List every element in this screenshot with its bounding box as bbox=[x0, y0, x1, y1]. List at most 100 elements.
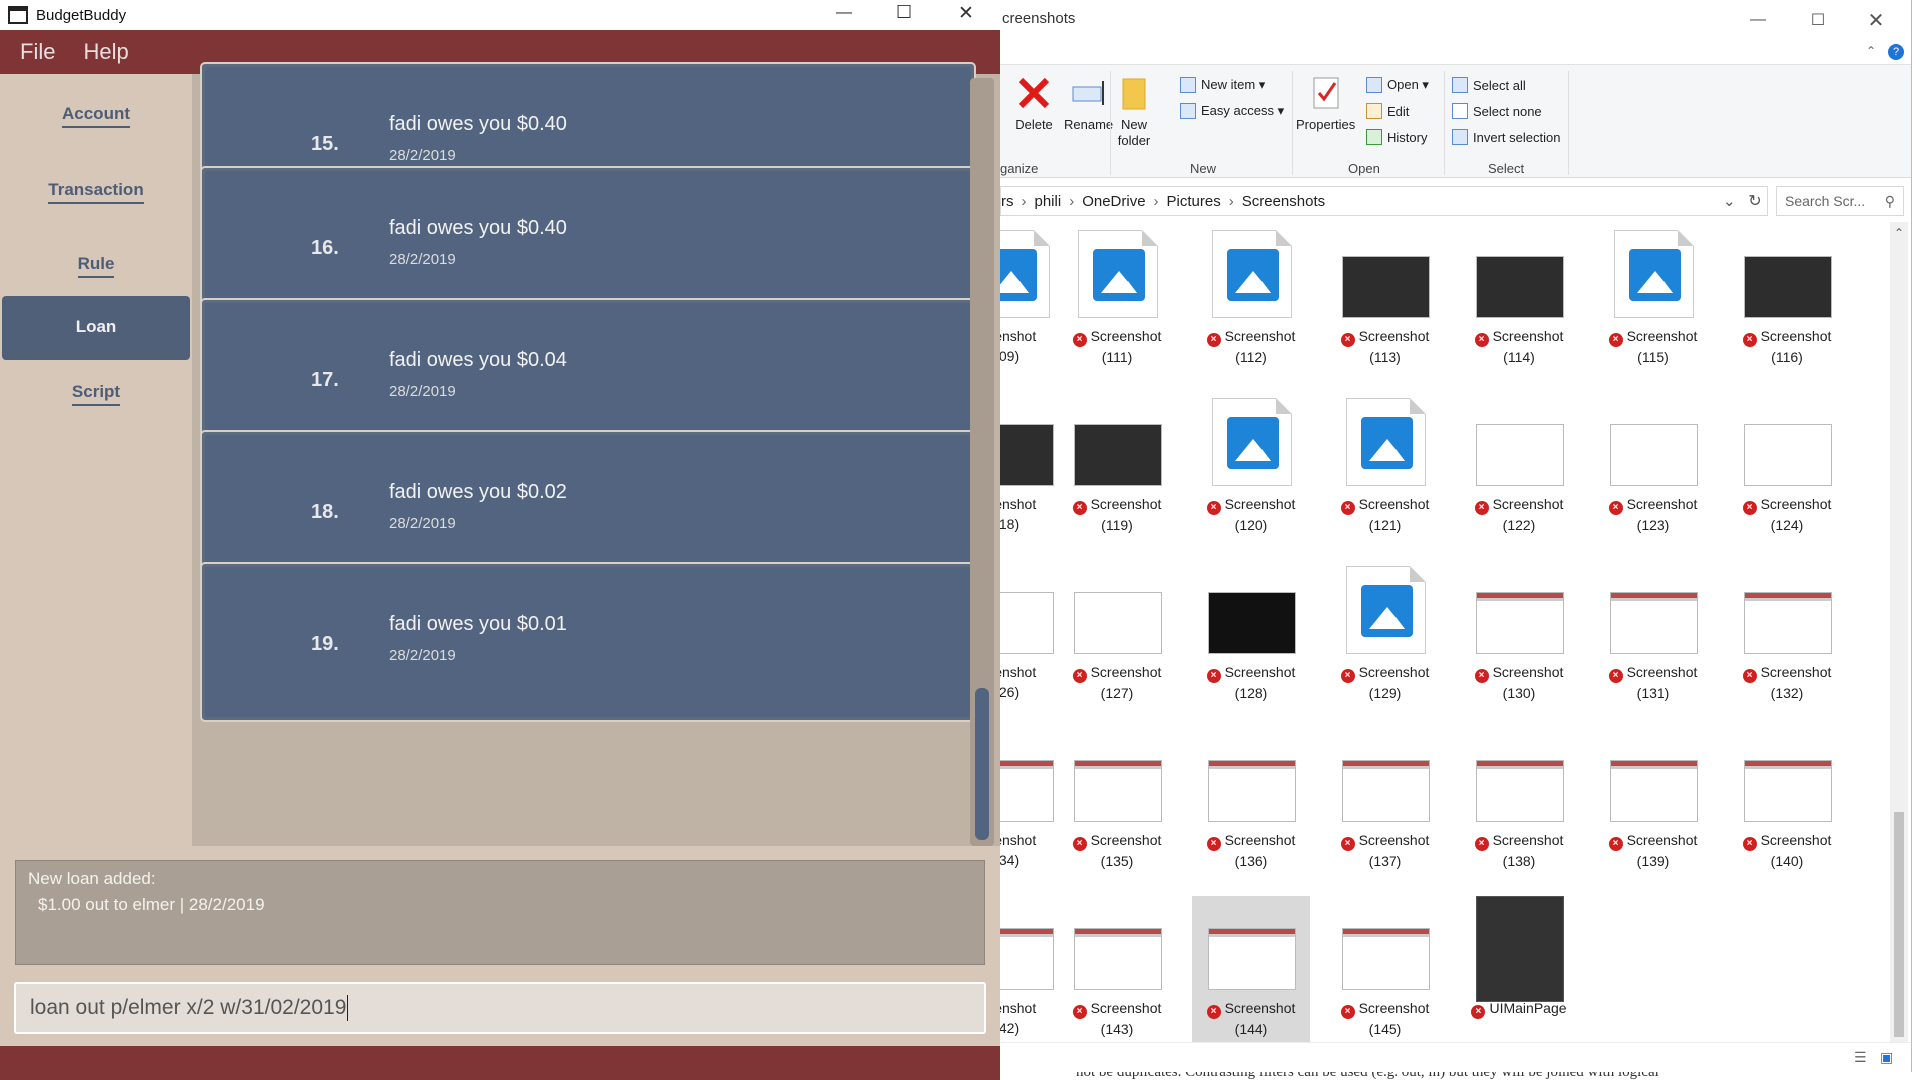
file-tile[interactable]: × Screenshot (137) bbox=[1326, 728, 1444, 888]
help-icon[interactable]: ? bbox=[1888, 44, 1904, 60]
file-name: Screenshot bbox=[1760, 496, 1832, 512]
file-tile[interactable]: × Screenshot (119) bbox=[1058, 392, 1176, 552]
easy-access-button[interactable]: Easy access ▾ bbox=[1180, 103, 1284, 119]
loan-list-scrollbar[interactable] bbox=[970, 78, 994, 846]
file-tile[interactable]: × Screenshot (114) bbox=[1460, 224, 1578, 384]
select-none-button[interactable]: Select none bbox=[1452, 103, 1542, 119]
collapse-ribbon-icon[interactable]: ⌃ bbox=[1866, 44, 1876, 58]
file-thumbnail bbox=[1000, 230, 1054, 318]
history-button[interactable]: History bbox=[1366, 129, 1427, 145]
sidebar-item-account[interactable]: Account bbox=[0, 84, 192, 148]
file-tile[interactable]: × Screenshot (131) bbox=[1594, 560, 1712, 720]
file-tile[interactable]: × Screenshot (129) bbox=[1326, 560, 1444, 720]
close-icon[interactable]: ✕ bbox=[1846, 0, 1906, 40]
details-view-icon[interactable]: ☰ bbox=[1854, 1049, 1867, 1066]
maximize-icon[interactable]: ☐ bbox=[1788, 0, 1848, 40]
file-tile[interactable]: × Screenshot (127) bbox=[1058, 560, 1176, 720]
file-tile[interactable]: × Screenshot (138) bbox=[1460, 728, 1578, 888]
app-title: BudgetBuddy bbox=[36, 6, 127, 24]
file-tile[interactable]: × Screenshot (111) bbox=[1058, 224, 1176, 384]
file-tile[interactable]: × Screenshot (124) bbox=[1728, 392, 1846, 552]
file-tile[interactable]: × Screenshot (135) bbox=[1058, 728, 1176, 888]
properties-button[interactable]: Properties bbox=[1296, 71, 1355, 133]
file-tile[interactable]: × Screenshot (116) bbox=[1728, 224, 1846, 384]
edit-button[interactable]: Edit bbox=[1366, 103, 1409, 119]
file-tile[interactable]: × Screenshot (145) bbox=[1326, 896, 1444, 1056]
result-display: New loan added: $1.00 out to elmer | 28/… bbox=[15, 860, 985, 965]
file-tile[interactable]: × Screenshot (122) bbox=[1460, 392, 1578, 552]
open-icon bbox=[1366, 77, 1382, 93]
select-all-button[interactable]: Select all bbox=[1452, 77, 1526, 93]
file-number: (145) bbox=[1368, 1021, 1402, 1037]
file-tile[interactable]: × Screenshot (143) bbox=[1058, 896, 1176, 1056]
refresh-icon[interactable]: ↻ bbox=[1742, 186, 1768, 216]
file-tile[interactable]: × Screenshot (132) bbox=[1728, 560, 1846, 720]
close-icon[interactable]: ✕ bbox=[958, 2, 974, 25]
sidebar-item-transaction[interactable]: Transaction bbox=[0, 160, 192, 224]
new-folder-button[interactable]: New folder bbox=[1114, 71, 1154, 149]
result-line: $1.00 out to elmer | 28/2/2019 bbox=[38, 895, 265, 914]
address-bar[interactable]: rs › phili › OneDrive › Pictures › Screensho… bbox=[1000, 186, 1768, 216]
status-footer bbox=[0, 1046, 1000, 1080]
file-tile[interactable]: × Screenshot (136) bbox=[1192, 728, 1310, 888]
search-placeholder: Search Scr... bbox=[1785, 193, 1866, 209]
sync-error-icon: × bbox=[1742, 333, 1757, 347]
file-caption: × Screenshot (135) bbox=[1058, 830, 1176, 871]
loan-card[interactable]: 19. fadi owes you $0.01 28/2/2019 bbox=[200, 562, 976, 722]
image-file-icon bbox=[1212, 230, 1292, 318]
file-tile[interactable]: × Screenshot (128) bbox=[1192, 560, 1310, 720]
file-number: 09) bbox=[1000, 348, 1020, 364]
screenshot-preview bbox=[1610, 592, 1698, 654]
search-input[interactable]: Search Scr... ⚲ bbox=[1776, 186, 1904, 216]
explorer-scrollbar[interactable]: ⌃ bbox=[1890, 222, 1908, 1042]
large-icons-view-icon[interactable]: ▣ bbox=[1880, 1049, 1893, 1066]
open-button[interactable]: Open ▾ bbox=[1366, 77, 1429, 93]
sync-error-icon: × bbox=[1742, 669, 1757, 683]
file-tile[interactable]: × UIMainPage bbox=[1460, 896, 1578, 1056]
file-name: Screenshot bbox=[1760, 832, 1832, 848]
file-tile[interactable]: × Screenshot (112) bbox=[1192, 224, 1310, 384]
menu-file[interactable]: File bbox=[20, 39, 55, 65]
delete-button[interactable]: Delete bbox=[1014, 71, 1054, 133]
breadcrumb-item[interactable]: rs bbox=[1001, 193, 1014, 210]
file-tile[interactable]: × Screenshot (139) bbox=[1594, 728, 1712, 888]
file-tile[interactable]: × Screenshot (123) bbox=[1594, 392, 1712, 552]
scrollbar-thumb[interactable] bbox=[1894, 812, 1904, 1037]
file-tile[interactable]: × Screenshot (121) bbox=[1326, 392, 1444, 552]
minimize-icon[interactable]: — bbox=[1728, 0, 1788, 40]
file-thumbnail bbox=[1610, 566, 1698, 654]
file-tile[interactable]: × Screenshot (115) bbox=[1594, 224, 1712, 384]
breadcrumb-item[interactable]: Pictures bbox=[1167, 193, 1221, 210]
file-tile[interactable]: × Screenshot (140) bbox=[1728, 728, 1846, 888]
breadcrumb-item[interactable]: OneDrive bbox=[1082, 193, 1145, 210]
breadcrumb-item[interactable]: phili bbox=[1035, 193, 1062, 210]
sidebar-item-script[interactable]: Script bbox=[0, 362, 192, 426]
sidebar-item-rule[interactable]: Rule bbox=[0, 234, 192, 298]
breadcrumb-separator-icon: › bbox=[1228, 192, 1234, 210]
minimize-icon[interactable]: — bbox=[836, 4, 852, 22]
loan-date: 28/2/2019 bbox=[389, 383, 456, 400]
sync-error-icon: × bbox=[1072, 333, 1087, 347]
file-number: (136) bbox=[1234, 853, 1268, 869]
screenshot-preview bbox=[1000, 760, 1054, 822]
command-input[interactable]: loan out p/elmer x/2 w/31/02/2019 bbox=[14, 982, 986, 1034]
file-tile[interactable]: × Screenshot (113) bbox=[1326, 224, 1444, 384]
invert-selection-button[interactable]: Invert selection bbox=[1452, 129, 1560, 145]
file-tile[interactable]: × Screenshot (120) bbox=[1192, 392, 1310, 552]
scroll-up-icon[interactable]: ⌃ bbox=[1894, 226, 1904, 240]
address-dropdown-icon[interactable]: ⌄ bbox=[1723, 192, 1736, 210]
breadcrumb-item[interactable]: Screenshots bbox=[1242, 193, 1325, 210]
file-tile[interactable]: × Screenshot (130) bbox=[1460, 560, 1578, 720]
screenshot-preview bbox=[1476, 256, 1564, 318]
file-name: Screenshot bbox=[1760, 664, 1832, 680]
maximize-icon[interactable]: ☐ bbox=[896, 2, 912, 23]
select-group-label: Select bbox=[1488, 161, 1525, 176]
menu-help[interactable]: Help bbox=[83, 39, 128, 65]
sidebar-item-loan[interactable]: Loan bbox=[2, 296, 190, 360]
file-tile[interactable]: × Screenshot (144) bbox=[1192, 896, 1310, 1056]
scrollbar-thumb[interactable] bbox=[975, 688, 989, 840]
file-thumbnail bbox=[1074, 230, 1162, 318]
new-item-button[interactable]: New item ▾ bbox=[1180, 77, 1265, 93]
file-thumbnail bbox=[1074, 902, 1162, 990]
rename-button[interactable]: Rename bbox=[1064, 71, 1113, 133]
